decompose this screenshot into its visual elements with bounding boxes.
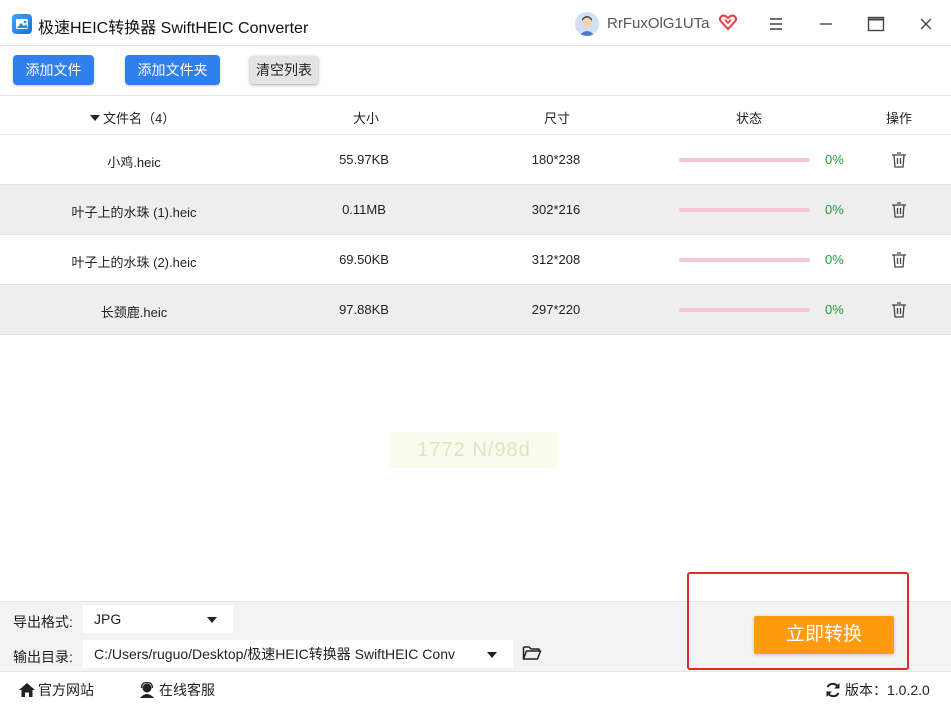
- progress-bar: [679, 208, 810, 212]
- title-bar: 极速HEIC转换器 SwiftHEIC Converter RrFuxOlG1U…: [0, 0, 951, 46]
- toolbar: 添加文件 添加文件夹 清空列表: [0, 46, 951, 95]
- add-folder-button[interactable]: 添加文件夹: [125, 55, 220, 85]
- trash-icon[interactable]: [891, 151, 907, 169]
- column-dimensions-header: 尺寸: [544, 111, 571, 126]
- official-website-link[interactable]: 官方网站: [18, 680, 94, 700]
- version-value: 1.0.2.0: [887, 682, 930, 698]
- close-icon[interactable]: [915, 13, 937, 35]
- progress-bar: [679, 258, 810, 262]
- app-title: 极速HEIC转换器 SwiftHEIC Converter: [38, 20, 309, 37]
- progress-percent: 0%: [825, 152, 844, 167]
- file-dimensions: 312*208: [531, 252, 581, 267]
- file-name: 叶子上的水珠 (1).heic: [71, 205, 197, 220]
- progress-percent: 0%: [825, 252, 844, 267]
- avatar[interactable]: [575, 12, 599, 36]
- version-info[interactable]: 版本： 1.0.2.0: [825, 680, 930, 700]
- file-size: 97.88KB: [339, 302, 389, 317]
- progress-percent: 0%: [825, 202, 844, 217]
- trash-icon[interactable]: [891, 201, 907, 219]
- file-list: 小鸡.heic 55.97KB 180*238 0% 叶子上的水珠 (1).he…: [0, 135, 951, 335]
- add-file-button[interactable]: 添加文件: [13, 55, 94, 85]
- file-dimensions: 302*216: [531, 202, 581, 217]
- column-status-header: 状态: [736, 111, 763, 126]
- folder-icon[interactable]: [522, 644, 542, 662]
- file-name: 长颈鹿.heic: [100, 305, 168, 320]
- file-dimensions: 297*220: [531, 302, 581, 317]
- column-size-header: 大小: [353, 111, 380, 126]
- version-label: 版本：: [845, 682, 887, 698]
- user-name[interactable]: RrFuxOlG1UTa: [607, 15, 710, 32]
- online-support-label: 在线客服: [159, 682, 215, 698]
- footer: 官方网站 在线客服 版本： 1.0.2.0: [0, 671, 951, 706]
- file-size: 69.50KB: [339, 252, 389, 267]
- file-size: 55.97KB: [339, 152, 389, 167]
- format-value: JPG: [94, 611, 122, 627]
- output-directory-value: C:/Users/ruguo/Desktop/极速HEIC转换器 SwiftHE…: [94, 646, 455, 662]
- watermark: 1772 N/98d: [390, 432, 558, 468]
- chevron-down-icon: [487, 652, 497, 658]
- convert-now-button[interactable]: 立即转换: [754, 616, 894, 654]
- file-name: 小鸡.heic: [107, 155, 161, 170]
- column-filename-header[interactable]: 文件名（4）: [90, 108, 175, 127]
- menu-icon[interactable]: [765, 13, 787, 35]
- refresh-icon: [826, 682, 840, 698]
- sort-down-icon: [90, 114, 100, 121]
- vip-heart-icon[interactable]: [719, 13, 737, 31]
- format-label: 导出格式:: [13, 614, 73, 630]
- output-directory-select[interactable]: C:/Users/ruguo/Desktop/极速HEIC转换器 SwiftHE…: [83, 640, 513, 668]
- table-row[interactable]: 叶子上的水珠 (2).heic 69.50KB 312*208 0%: [0, 235, 951, 285]
- column-filename-label: 文件名（4）: [103, 111, 176, 126]
- chevron-down-icon: [207, 617, 217, 623]
- trash-icon[interactable]: [891, 251, 907, 269]
- progress-percent: 0%: [825, 302, 844, 317]
- output-label: 输出目录:: [13, 649, 73, 665]
- trash-icon[interactable]: [891, 301, 907, 319]
- table-row[interactable]: 长颈鹿.heic 97.88KB 297*220 0%: [0, 285, 951, 335]
- table-row[interactable]: 小鸡.heic 55.97KB 180*238 0%: [0, 135, 951, 185]
- file-size: 0.11MB: [342, 202, 386, 217]
- online-support-link[interactable]: 在线客服: [138, 680, 215, 700]
- format-select[interactable]: JPG: [83, 605, 233, 633]
- minimize-icon[interactable]: [815, 13, 837, 35]
- file-name: 叶子上的水珠 (2).heic: [71, 255, 197, 270]
- support-agent-icon: [140, 682, 154, 698]
- column-action-header: 操作: [886, 111, 913, 126]
- maximize-icon[interactable]: [865, 13, 887, 35]
- table-row[interactable]: 叶子上的水珠 (1).heic 0.11MB 302*216 0%: [0, 185, 951, 235]
- app-logo-icon: [12, 14, 32, 34]
- table-header: 文件名（4） 大小 尺寸 状态 操作: [0, 95, 951, 135]
- progress-bar: [679, 308, 810, 312]
- official-website-label: 官方网站: [38, 682, 94, 698]
- clear-list-button[interactable]: 清空列表: [250, 56, 318, 84]
- file-dimensions: 180*238: [531, 152, 581, 167]
- progress-bar: [679, 158, 810, 162]
- home-icon: [19, 683, 35, 697]
